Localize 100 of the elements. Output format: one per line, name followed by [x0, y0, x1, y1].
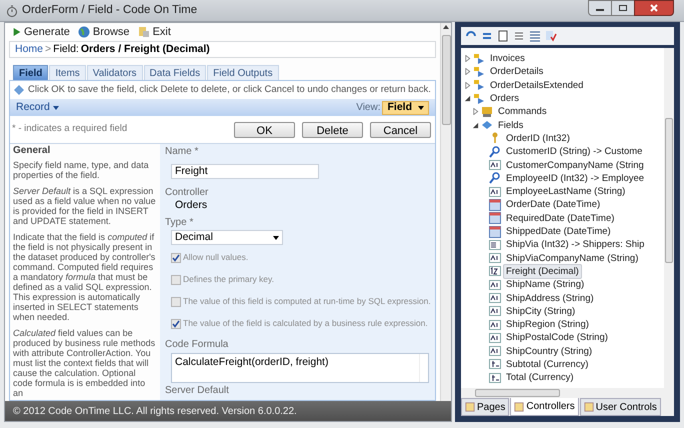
scroll-thumb[interactable] — [475, 389, 560, 397]
fields-icon — [481, 119, 493, 132]
scroll-thumb[interactable] — [665, 118, 673, 263]
form-button[interactable]: Delete — [302, 122, 363, 138]
tree-item[interactable]: EmployeeLastName (String) — [503, 184, 628, 200]
check-icon — [172, 320, 180, 328]
breadcrumb-current: Orders / Freight (Decimal) — [80, 42, 210, 57]
expand-arrow-icon[interactable] — [464, 68, 471, 76]
tab[interactable]: Validators — [86, 65, 143, 80]
expand-arrow-icon[interactable] — [464, 82, 471, 89]
text-field-icon — [489, 292, 501, 304]
tree-item[interactable]: Fields — [495, 118, 526, 133]
tree-item[interactable]: Commands — [495, 104, 550, 120]
tree-item[interactable]: ShipCountry (String) — [503, 344, 596, 359]
tree-item[interactable]: OrderID (Int32) — [503, 130, 573, 146]
maximize-button[interactable] — [612, 0, 634, 16]
collapse-arrow-icon[interactable] — [464, 95, 471, 102]
list-icon — [489, 238, 501, 251]
field-label: Code Formula — [165, 339, 228, 351]
record-menu[interactable]: Record — [16, 100, 59, 116]
view-selector[interactable]: Field — [382, 100, 429, 114]
tree-item[interactable]: Freight (Decimal) — [503, 264, 582, 279]
field-label: Controller — [165, 187, 208, 199]
tree-item[interactable]: OrderDetailsExtended — [487, 78, 586, 93]
minimize-button[interactable] — [588, 0, 612, 16]
tree-item[interactable]: Orders — [487, 91, 522, 106]
tab[interactable]: Data Fields — [144, 65, 206, 80]
field-label: Type * — [165, 217, 194, 229]
form-button[interactable]: Cancel — [370, 122, 431, 138]
status-text: © 2012 Code OnTime LLC. All rights reserved. Version 6.0.0.22. — [13, 404, 297, 418]
checkbox-label: Allow null values. — [183, 251, 248, 264]
text-field-icon — [489, 278, 501, 291]
text-field-icon — [489, 318, 501, 331]
calendar-icon — [489, 212, 501, 224]
expand-arrow-icon[interactable] — [472, 108, 479, 116]
caret-icon — [418, 106, 424, 110]
text-field-icon — [489, 159, 501, 172]
collapse-arrow-icon[interactable] — [472, 122, 479, 129]
calendar-icon — [489, 226, 501, 238]
check-list-icon — [545, 30, 557, 42]
list-icon — [513, 30, 525, 42]
toolbar-button[interactable]: Browse — [78, 24, 130, 40]
tree-item[interactable]: RequiredDate (DateTime) — [503, 210, 618, 226]
checkbox-label: The value of this field is computed at run-time by SQL expression. — [183, 295, 431, 308]
field-label: Name * — [165, 146, 198, 158]
code-formula-input[interactable]: CalculateFreight(orderID, freight) — [171, 353, 429, 383]
calendar-icon — [489, 198, 501, 211]
commands-icon — [481, 106, 493, 118]
tree-item[interactable]: ShipViaCompanyName (String) — [503, 250, 642, 266]
scrollbar[interactable] — [664, 48, 674, 388]
formula-icon — [489, 372, 501, 384]
tree-item[interactable]: EmployeeID (Int32) -> Employee — [503, 170, 648, 186]
field-label: Server Default — [165, 385, 229, 397]
tree-item[interactable]: ShippedDate (DateTime) — [503, 224, 614, 240]
tree-item[interactable]: Invoices — [487, 51, 528, 66]
form-button[interactable]: OK — [234, 122, 295, 138]
tree-item[interactable]: ShipName (String) — [503, 277, 588, 292]
info-icon — [13, 84, 25, 96]
tree-item[interactable]: Subtotal (Currency) — [503, 356, 592, 372]
scrollbar[interactable] — [440, 23, 451, 401]
description-paragraph: Calculated field values can be produced by business rule methods with attribute ControllerAction. You must list the context fields that will cause the calculation. Optional code formula is is embedded into an — [13, 328, 156, 398]
tree-item[interactable]: ShipRegion (String) — [503, 317, 592, 332]
close-button[interactable] — [634, 0, 674, 16]
tab[interactable]: Field — [13, 65, 48, 80]
tree-item[interactable]: ShipAddress (String) — [503, 290, 597, 306]
formula-icon — [489, 358, 501, 370]
window-title: OrderForm / Field - Code On Time — [22, 2, 198, 18]
tab[interactable]: Field Outputs — [207, 65, 279, 80]
tree-item[interactable]: ShipPostalCode (String) — [503, 330, 611, 346]
panel-tab[interactable]: Controllers — [510, 398, 579, 416]
home-link[interactable]: Home — [15, 42, 44, 58]
tree-item[interactable]: ShipVia (Int32) -> Shippers: Ship — [503, 237, 648, 252]
toolbar-button[interactable]: Exit — [138, 24, 171, 40]
tree-item[interactable]: OrderDate (DateTime) — [503, 197, 604, 212]
field-value: Orders — [175, 199, 208, 212]
description-paragraph: Server Default is a SQL expression used as a field value when no value is provided for the field in INSERT and UPDATE statement. — [13, 186, 157, 226]
tree-item[interactable]: Total (Currency) — [503, 370, 577, 386]
panel-tab[interactable]: User Controls — [580, 398, 661, 416]
tree-item[interactable]: ShipCity (String) — [503, 304, 578, 319]
description-paragraph: Specify field name, type, and data properties of the field. — [13, 160, 150, 180]
play-icon — [13, 27, 21, 37]
select-value: Decimal — [175, 230, 213, 245]
horizontal-scrollbar[interactable] — [461, 388, 674, 398]
tab[interactable]: Items — [49, 65, 86, 80]
expand-arrow-icon[interactable] — [464, 55, 471, 62]
toolbar-button[interactable]: Generate — [13, 24, 70, 40]
document-icon — [497, 30, 509, 42]
exit-icon — [138, 26, 150, 38]
panel-tab[interactable]: Pages — [461, 398, 510, 416]
scroll-up-icon[interactable] — [443, 25, 449, 29]
tree-item[interactable]: CustomerID (String) -> Custome — [503, 144, 646, 160]
type-select[interactable]: Decimal — [171, 230, 283, 245]
tree-item[interactable]: OrderDetails — [487, 64, 546, 80]
name-input[interactable]: Freight — [171, 164, 319, 180]
check-icon — [172, 254, 180, 262]
scroll-thumb[interactable] — [442, 35, 450, 125]
section-heading: General — [13, 146, 52, 156]
instruction-text: Click OK to save the field, click Delete to delete, or click Cancel to undo changes or return back. — [28, 82, 431, 97]
tree-item[interactable]: CustomerCompanyName (String — [503, 158, 647, 173]
checkbox-label: The value of the field is calculated by a business rule expression. — [183, 317, 428, 330]
